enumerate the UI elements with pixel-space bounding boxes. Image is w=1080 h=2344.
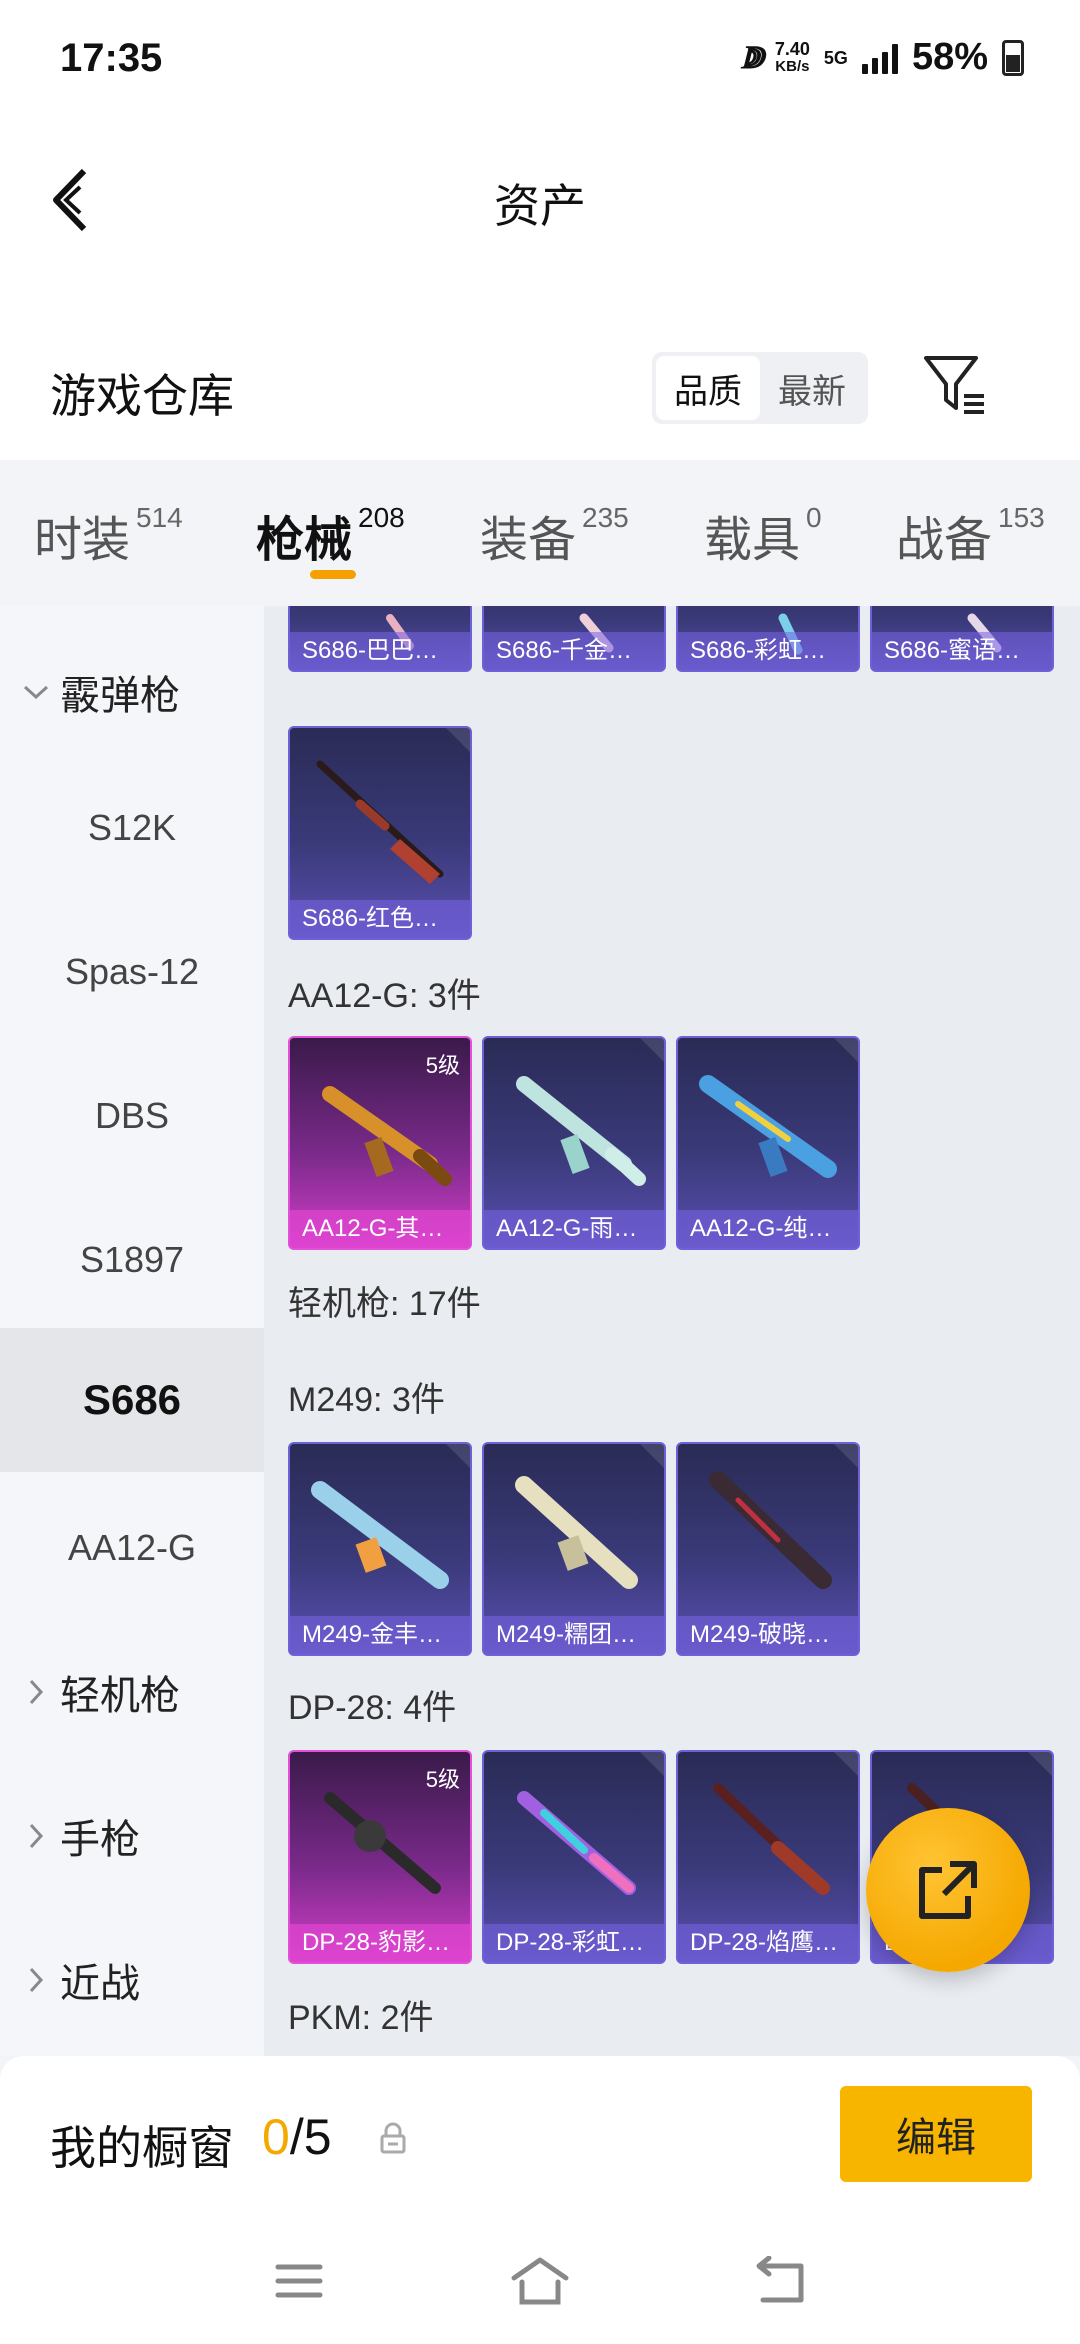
status-icons: ↇ 7.40 KB/s 5G 58%: [741, 36, 1024, 79]
weapon-image-icon: [517, 1791, 636, 1895]
weapon-card[interactable]: M249-金丰…: [288, 1442, 472, 1656]
menu-icon: [275, 2264, 323, 2298]
weapon-image-icon: [699, 1075, 837, 1178]
back-nav-button[interactable]: [746, 2246, 816, 2316]
network-speed: 7.40 KB/s: [774, 38, 810, 75]
weapon-card[interactable]: S686-红色…: [288, 726, 472, 940]
home-button[interactable]: [505, 2246, 575, 2316]
sidebar-group-melee[interactable]: 近战: [0, 1908, 264, 2052]
battery-percent: 58%: [911, 36, 988, 78]
page-title: 资产: [494, 180, 586, 232]
category-tabs: 时装 514 枪械 208 装备 235 载具 0 战备 153: [0, 460, 1080, 606]
weapon-card[interactable]: DP-28-焰鹰…: [676, 1750, 860, 1964]
warehouse-title: 游戏仓库: [50, 370, 234, 422]
tab-fashion[interactable]: 时装 514: [34, 500, 183, 570]
weapon-card[interactable]: S686-巴巴…: [288, 606, 472, 672]
battery-icon: [1002, 39, 1024, 76]
weapon-card[interactable]: M249-破晓…: [676, 1442, 860, 1656]
weapon-card[interactable]: 5级 AA12-G-其…: [288, 1036, 472, 1250]
sidebar-item-s1897[interactable]: S1897: [0, 1188, 264, 1332]
sidebar-item-spas12[interactable]: Spas-12: [0, 900, 264, 1044]
showcase-count: 0/5: [262, 2109, 332, 2165]
active-tab-indicator: [310, 570, 356, 579]
carrier-logo-icon: ↇ: [740, 38, 764, 75]
chevron-right-icon: [22, 1678, 50, 1706]
showcase-title: 我的橱窗: [50, 2122, 234, 2174]
sidebar-group-lmg[interactable]: 轻机枪: [0, 1620, 264, 1764]
tab-supplies[interactable]: 战备 153: [896, 500, 1045, 570]
weapon-image-icon: [311, 1481, 449, 1589]
weapon-card[interactable]: AA12-G-雨…: [482, 1036, 666, 1250]
showcase-bar: 我的橱窗 0/5 编辑: [0, 2056, 1080, 2216]
weapon-image-icon: [322, 1086, 452, 1186]
weapon-card[interactable]: DP-28-彩虹…: [482, 1750, 666, 1964]
status-bar: 17:35 ↇ 7.40 KB/s 5G 58%: [0, 0, 1080, 120]
sidebar-item-aa12g[interactable]: AA12-G: [0, 1476, 264, 1620]
sidebar-item-s12k[interactable]: S12K: [0, 756, 264, 900]
back-nav-icon: [756, 2256, 804, 2303]
weapon-card[interactable]: 5级 DP-28-豹影…: [288, 1750, 472, 1964]
filter-button[interactable]: [920, 350, 990, 420]
lock-icon: [380, 2122, 406, 2154]
weapon-card[interactable]: S686-蜜语…: [870, 606, 1054, 672]
system-nav-bar: [0, 2216, 1080, 2344]
tab-guns[interactable]: 枪械 208: [256, 500, 405, 570]
chevron-right-icon: [22, 1822, 50, 1850]
network-type: 5G: [823, 47, 848, 68]
warehouse-header: 游戏仓库 品质 最新: [0, 280, 1080, 460]
weapon-image-icon: [324, 1792, 441, 1894]
chevron-down-icon: [22, 678, 50, 706]
status-time: 17:35: [60, 36, 163, 80]
sidebar-group-pistol[interactable]: 手枪: [0, 1764, 264, 1908]
home-icon: [511, 2257, 569, 2305]
nav-bar: 资产: [0, 120, 1080, 280]
share-fab-button[interactable]: [866, 1808, 1030, 1972]
sort-toggle: 品质 最新: [652, 352, 868, 424]
sidebar-item-dbs[interactable]: DBS: [0, 1044, 264, 1188]
signal-icon: [861, 42, 898, 74]
share-icon: [919, 1861, 977, 1919]
weapon-card[interactable]: AA12-G-纯…: [676, 1036, 860, 1250]
weapon-card[interactable]: S686-千金…: [482, 606, 666, 672]
weapon-card[interactable]: M249-糯团…: [482, 1442, 666, 1656]
weapon-sidebar: 霰弹枪 S12K Spas-12 DBS S1897 S686 AA12-G 轻…: [0, 606, 264, 2056]
weapon-image-icon: [713, 1783, 830, 1895]
section-heading-m249: M249: 3件: [288, 1381, 445, 1419]
section-heading-pkm: PKM: 2件: [288, 1999, 434, 2037]
sort-quality-button[interactable]: 品质: [656, 356, 760, 420]
sort-newest-button[interactable]: 最新: [760, 356, 864, 420]
chevron-right-icon: [22, 1966, 50, 1994]
filter-icon: [924, 356, 984, 414]
weapon-image-icon: [316, 760, 444, 884]
section-heading-lmg: 轻机枪: 17件: [288, 1285, 481, 1323]
sidebar-item-s686[interactable]: S686: [0, 1328, 264, 1472]
sidebar-group-shotgun[interactable]: 霰弹枪: [0, 620, 264, 764]
section-heading-aa12g: AA12-G: 3件: [288, 977, 481, 1015]
weapon-image-icon: [709, 1471, 832, 1589]
tab-vehicles[interactable]: 载具 0: [704, 500, 822, 570]
weapon-image-icon: [515, 1476, 638, 1589]
edit-button[interactable]: 编辑: [840, 2086, 1032, 2182]
tab-equipment[interactable]: 装备 235: [480, 500, 629, 570]
menu-button[interactable]: [264, 2246, 334, 2316]
weapon-image-icon: [516, 1076, 646, 1186]
section-heading-dp28: DP-28: 4件: [288, 1689, 457, 1727]
weapon-card[interactable]: S686-彩虹…: [676, 606, 860, 672]
